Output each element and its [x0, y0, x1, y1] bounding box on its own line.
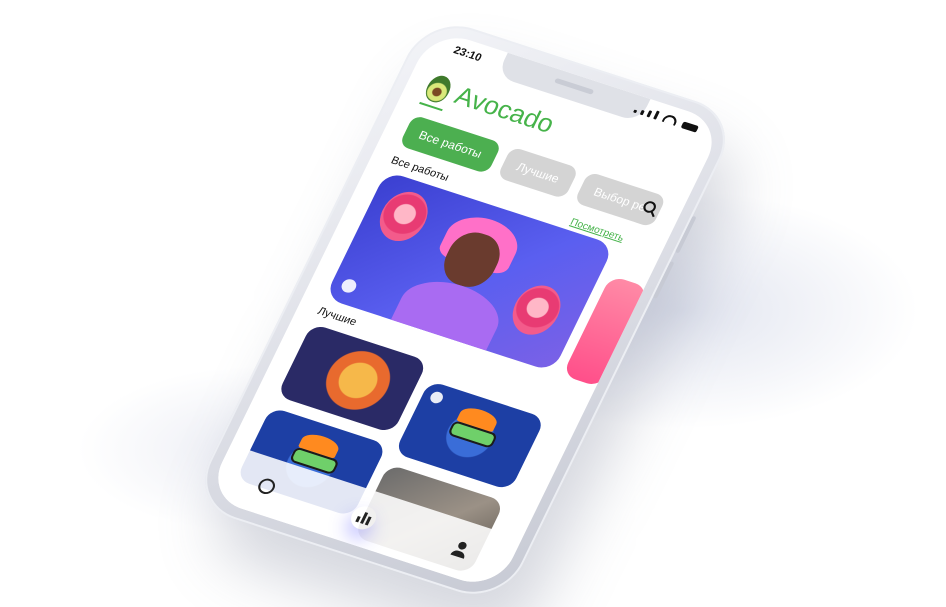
speaker-grille	[553, 77, 595, 95]
signal-icon	[639, 109, 645, 116]
nav-explore[interactable]	[250, 472, 283, 501]
compass-icon	[255, 476, 278, 497]
nav-profile[interactable]	[444, 535, 477, 564]
signal-icon	[653, 110, 660, 120]
status-time: 23:10	[451, 44, 484, 65]
nav-stats[interactable]	[347, 503, 380, 532]
phone-screen: 23:10 Avocado Все работы Лучшие Выбор ре	[205, 28, 725, 592]
signal-icon	[646, 110, 653, 118]
artwork-bubble	[371, 186, 437, 247]
avocado-logo-icon	[421, 72, 456, 105]
artwork-bubble	[504, 279, 569, 341]
tab-editors-choice[interactable]: Выбор ре	[573, 171, 667, 228]
signal-icon	[633, 109, 638, 114]
status-icons	[633, 104, 700, 133]
tab-best[interactable]: Лучшие	[496, 146, 580, 200]
side-button	[675, 215, 697, 254]
phone-frame: 23:10 Avocado Все работы Лучшие Выбор ре	[188, 13, 742, 607]
battery-icon	[680, 121, 699, 133]
side-button	[652, 261, 675, 299]
media-badge-icon	[339, 277, 359, 295]
user-icon	[450, 540, 470, 559]
section-title-best: Лучшие	[315, 305, 359, 329]
artwork-torso	[388, 270, 510, 356]
bar-chart-icon	[354, 510, 373, 526]
media-badge-icon	[428, 390, 445, 405]
wifi-icon	[661, 113, 679, 126]
phone-mockup-stage: 23:10 Avocado Все работы Лучшие Выбор ре	[0, 0, 946, 607]
